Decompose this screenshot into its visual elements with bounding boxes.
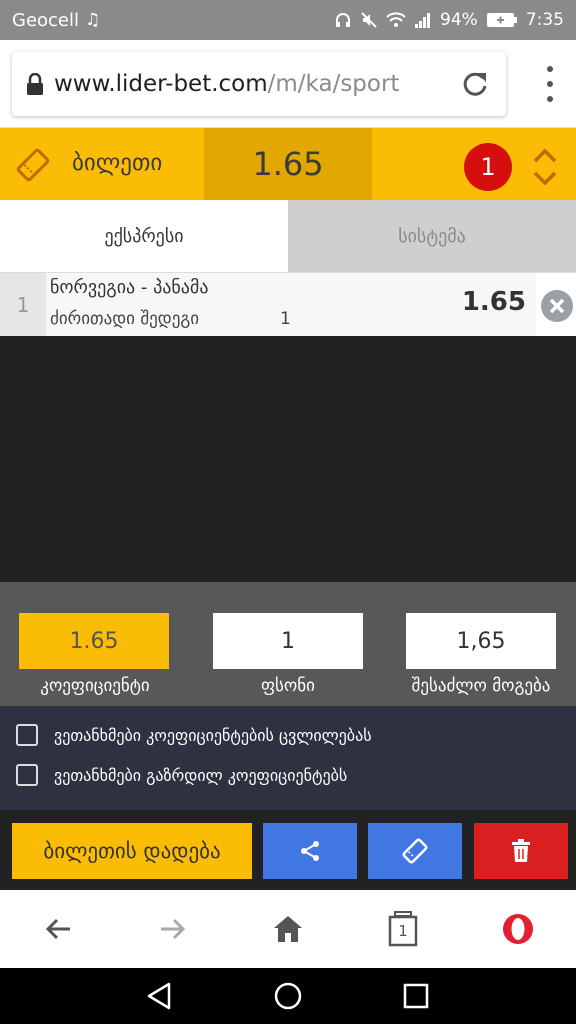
home-icon — [274, 916, 302, 942]
status-bar: Geocell ♫ 94% 7:35 — [0, 0, 576, 40]
ticket-icon — [402, 838, 428, 864]
muted-icon — [361, 12, 377, 28]
accept-odds-change-checkbox[interactable] — [16, 724, 38, 746]
android-back-icon[interactable] — [144, 980, 176, 1012]
wifi-icon — [386, 12, 406, 27]
ticket-icon — [16, 148, 50, 182]
url-path: /m/ka/sport — [267, 71, 400, 97]
android-nav-bar — [0, 968, 576, 1024]
back-arrow-icon — [45, 918, 70, 940]
clear-ticket-button[interactable] — [474, 823, 568, 879]
battery-charging-icon — [486, 13, 517, 27]
browser-address-area: www.lider-bet.com/m/ka/sport — [0, 40, 576, 128]
forward-arrow-icon — [161, 918, 186, 940]
signal-icon — [415, 13, 431, 28]
home-button[interactable] — [268, 909, 308, 949]
possible-win-label: შესაძლო მოგება — [411, 676, 551, 696]
music-note-icon: ♫ — [85, 9, 101, 30]
place-bet-button[interactable]: ბილეთის დადება — [12, 823, 252, 879]
browser-nav-bar: 1 — [0, 890, 576, 968]
lock-icon — [27, 73, 43, 95]
remove-bet-icon[interactable] — [540, 289, 574, 323]
url-text: www.lider-bet.com/m/ka/sport — [54, 71, 399, 97]
android-recents-icon[interactable] — [400, 980, 432, 1012]
tab-system[interactable]: სისტემა — [288, 200, 576, 272]
headphones-icon — [336, 13, 351, 27]
opera-logo-icon — [503, 914, 533, 944]
battery-level: 94% — [440, 10, 478, 30]
url-domain: www.lider-bet.com — [54, 71, 268, 97]
bet-count-badge: 1 — [464, 143, 512, 191]
bet-odds: 1.65 — [461, 287, 526, 317]
back-button[interactable] — [38, 909, 78, 949]
bet-market: ძირითადი შედეგი — [50, 309, 200, 329]
share-icon — [301, 841, 319, 861]
bet-teams: ნორვეგია - პანამა — [50, 277, 209, 298]
ticket-summary: 1.65 1 1,65 კოეფიციენტი ფსონი შესაძლო მო… — [0, 582, 576, 706]
accept-options: ვეთანხმები კოეფიციენტების ცვლილებას ვეთა… — [0, 706, 576, 810]
opera-menu-button[interactable] — [498, 909, 538, 949]
tabs-button[interactable]: 1 — [383, 909, 423, 949]
bet-row: 1 ნორვეგია - პანამა ძირითადი შედეგი 1 1.… — [0, 272, 576, 337]
forward-button[interactable] — [153, 909, 193, 949]
accept-increased-odds-label: ვეთანხმები გაზრდილ კოეფიციენტებს — [54, 765, 348, 785]
accept-odds-change-row[interactable]: ვეთანხმები კოეფიციენტების ცვლილებას — [16, 724, 372, 746]
possible-win-value: 1,65 — [406, 613, 556, 669]
accept-increased-odds-checkbox[interactable] — [16, 764, 38, 786]
total-odds: 1.65 — [204, 128, 372, 200]
bet-selection: 1 — [280, 309, 291, 329]
bet-type-tabs: ექსპრესი სისტემა — [0, 200, 576, 272]
clock: 7:35 — [525, 10, 564, 30]
tab-count: 1 — [398, 922, 408, 940]
ticket-actions: ბილეთის დადება — [0, 810, 576, 890]
saved-ticket-button[interactable] — [368, 823, 462, 879]
carrier-name: Geocell — [12, 9, 80, 31]
trash-icon — [512, 839, 530, 862]
bet-details: ნორვეგია - პანამა ძირითადი შედეგი 1 1.65 — [46, 273, 536, 337]
empty-area — [0, 336, 576, 582]
expand-collapse-icon[interactable] — [530, 147, 560, 187]
coefficient-label: კოეფიციენტი — [40, 676, 150, 696]
stake-label: ფსონი — [261, 676, 315, 696]
reload-icon[interactable] — [460, 69, 490, 99]
accept-increased-odds-row[interactable]: ვეთანხმები გაზრდილ კოეფიციენტებს — [16, 764, 347, 786]
stake-input[interactable]: 1 — [213, 613, 363, 669]
coefficient-value: 1.65 — [19, 613, 169, 669]
ticket-title: ბილეთი — [72, 150, 163, 176]
address-bar[interactable]: www.lider-bet.com/m/ka/sport — [12, 52, 506, 116]
accept-odds-change-label: ვეთანხმები კოეფიციენტების ცვლილებას — [54, 725, 372, 745]
tab-express[interactable]: ექსპრესი — [0, 200, 288, 272]
bet-number: 1 — [0, 273, 46, 337]
share-button[interactable] — [263, 823, 357, 879]
android-home-icon[interactable] — [272, 980, 304, 1012]
browser-menu-icon[interactable] — [546, 66, 554, 102]
